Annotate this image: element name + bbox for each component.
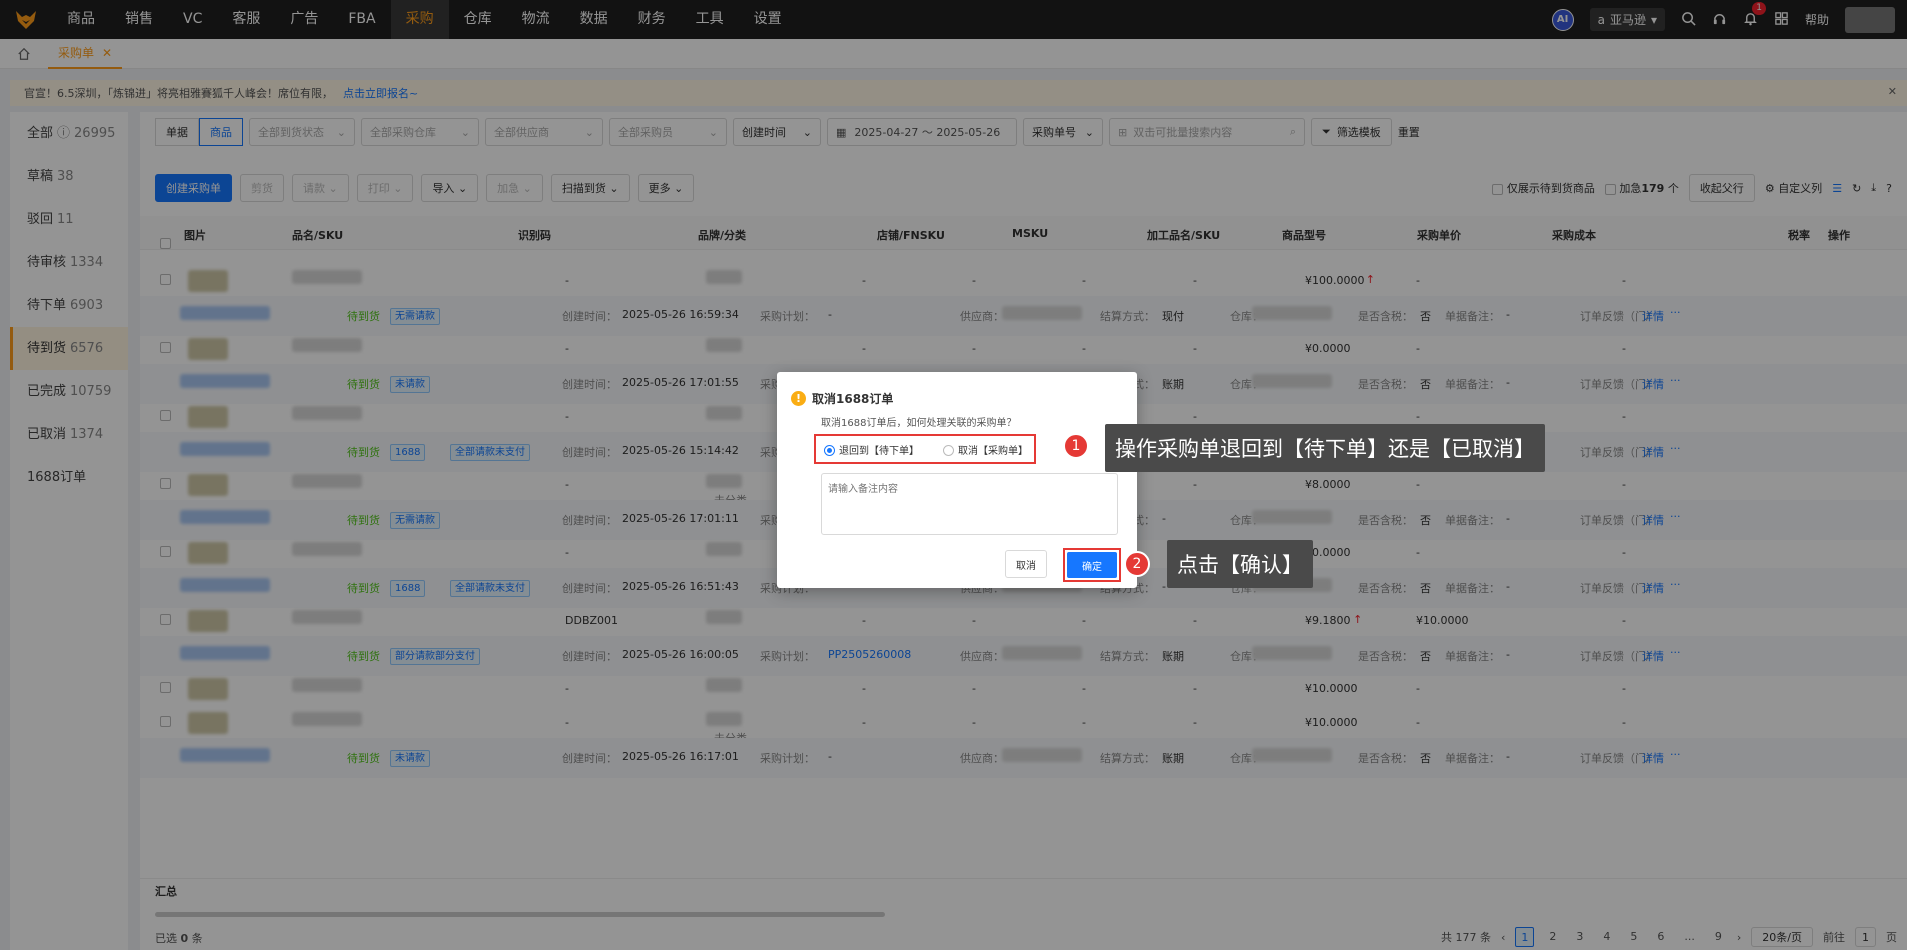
step-2-callout: 点击【确认】 <box>1167 540 1313 588</box>
confirm-highlight: 确定 <box>1063 548 1121 582</box>
handling-option-group: 退回到【待下单】 取消【采购单】 <box>814 434 1036 464</box>
step-1-callout: 操作采购单退回到【待下单】还是【已取消】 <box>1105 424 1545 472</box>
radio-label: 退回到【待下单】 <box>839 445 919 457</box>
radio-label: 取消【采购单】 <box>958 445 1028 457</box>
step-1-marker: 1 <box>1063 433 1089 459</box>
option-cancel-order[interactable]: 取消【采购单】 <box>943 442 1028 457</box>
cancel-button[interactable]: 取消 <box>1005 550 1047 578</box>
radio-button <box>943 445 954 456</box>
dialog-title: ! 取消1688订单 <box>791 390 893 407</box>
cancel-1688-dialog: ! 取消1688订单 取消1688订单后，如何处理关联的采购单？ 退回到【待下单… <box>777 372 1137 588</box>
dialog-title-text: 取消1688订单 <box>812 392 894 406</box>
confirm-button[interactable]: 确定 <box>1067 552 1117 578</box>
radio-button <box>824 445 835 456</box>
warning-icon: ! <box>791 391 806 406</box>
dialog-description: 取消1688订单后，如何处理关联的采购单？ <box>821 418 1017 429</box>
remark-textarea[interactable] <box>821 473 1118 535</box>
step-2-marker: 2 <box>1124 551 1150 577</box>
option-return-to-order[interactable]: 退回到【待下单】 <box>824 442 919 457</box>
